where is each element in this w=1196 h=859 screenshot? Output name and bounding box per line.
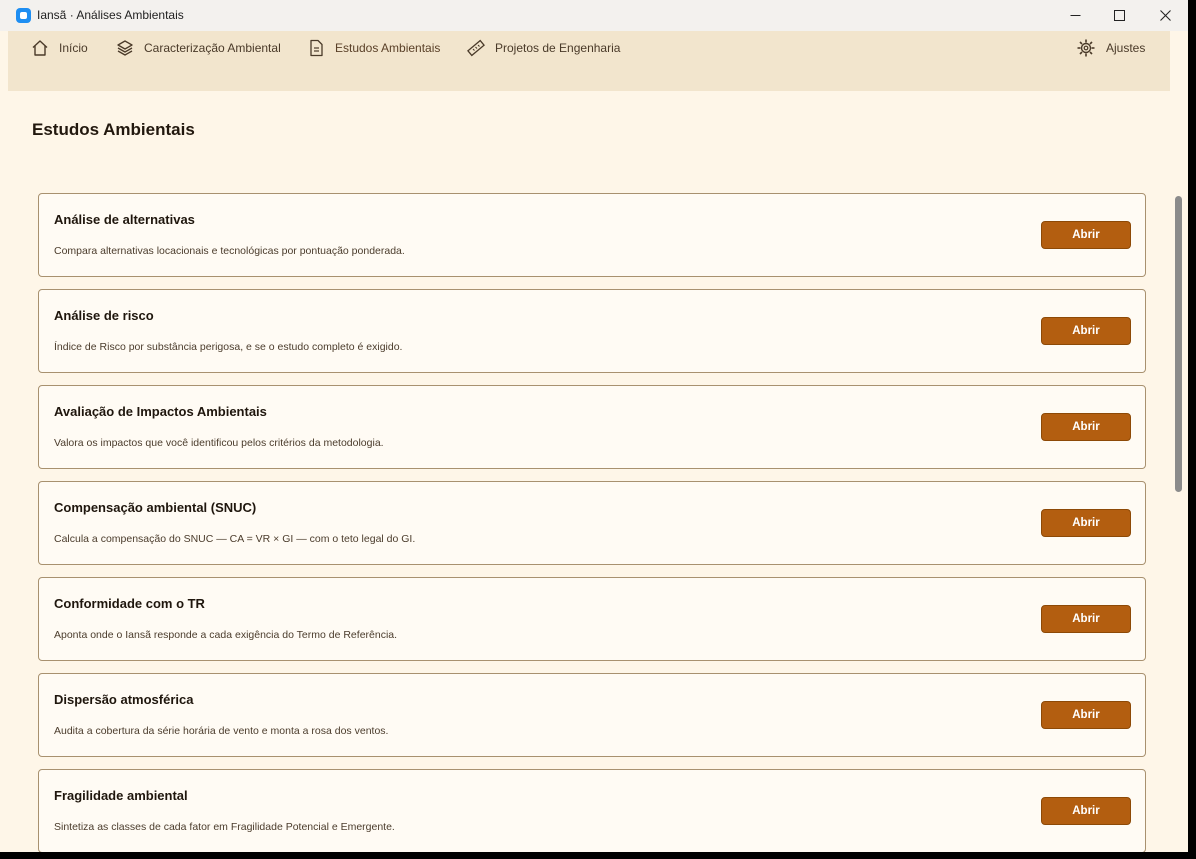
layers-icon	[117, 40, 133, 56]
maximize-icon	[1113, 10, 1125, 21]
study-description: Audita a cobertura da série horária de v…	[54, 725, 389, 737]
open-button[interactable]: Abrir	[1041, 797, 1131, 825]
minimize-button[interactable]	[1052, 0, 1098, 31]
study-title: Análise de alternativas	[54, 212, 195, 227]
app-window: Iansã · Análises Ambientais Início Carac…	[0, 0, 1196, 852]
study-card: Conformidade com o TR Aponta onde o Ians…	[38, 577, 1146, 661]
close-icon	[1159, 10, 1171, 21]
nav-item-label: Início	[59, 41, 88, 55]
study-description: Valora os impactos que você identificou …	[54, 437, 384, 449]
study-description: Compara alternativas locacionais e tecno…	[54, 245, 405, 257]
study-title: Dispersão atmosférica	[54, 692, 194, 707]
home-icon	[32, 40, 48, 56]
nav-item-label: Estudos Ambientais	[335, 41, 441, 55]
open-button[interactable]: Abrir	[1041, 317, 1131, 345]
close-button[interactable]	[1142, 0, 1188, 31]
scrollbar-thumb[interactable]	[1175, 196, 1182, 492]
study-title: Compensação ambiental (SNUC)	[54, 500, 257, 515]
document-icon	[310, 39, 323, 57]
study-title: Fragilidade ambiental	[54, 788, 188, 803]
gear-icon	[1077, 39, 1095, 57]
page-title: Estudos Ambientais	[32, 120, 195, 139]
title-bar: Iansã · Análises Ambientais	[0, 0, 1188, 31]
app-logo-icon	[16, 8, 31, 23]
open-button[interactable]: Abrir	[1041, 509, 1131, 537]
open-button[interactable]: Abrir	[1041, 413, 1131, 441]
nav-item-projetos[interactable]: Projetos de Engenharia	[467, 37, 620, 59]
study-card: Dispersão atmosférica Audita a cobertura…	[38, 673, 1146, 757]
settings-label: Ajustes	[1106, 41, 1146, 55]
study-description: Índice de Risco por substância perigosa,…	[54, 341, 403, 353]
ruler-icon	[467, 39, 485, 57]
study-title: Análise de risco	[54, 308, 154, 323]
study-title: Conformidade com o TR	[54, 596, 205, 611]
open-button[interactable]: Abrir	[1041, 701, 1131, 729]
study-card: Compensação ambiental (SNUC) Calcula a c…	[38, 481, 1146, 565]
maximize-button[interactable]	[1096, 0, 1142, 31]
study-title: Avaliação de Impactos Ambientais	[54, 404, 267, 419]
study-card: Análise de alternativas Compara alternat…	[38, 193, 1146, 277]
minimize-icon	[1070, 15, 1080, 16]
open-button[interactable]: Abrir	[1041, 221, 1131, 249]
study-description: Sintetiza as classes de cada fator em Fr…	[54, 821, 395, 833]
nav-item-estudos[interactable]: Estudos Ambientais	[307, 37, 440, 59]
study-description: Aponta onde o Iansã responde a cada exig…	[54, 629, 398, 641]
nav-item-inicio[interactable]: Início	[31, 37, 88, 59]
nav-item-label: Projetos de Engenharia	[495, 41, 621, 55]
settings-button[interactable]: Ajustes	[1076, 37, 1145, 59]
top-nav: Início Caracterização Ambiental Estudos …	[8, 31, 1170, 91]
open-button[interactable]: Abrir	[1041, 605, 1131, 633]
nav-item-label: Caracterização Ambiental	[144, 41, 281, 55]
study-card: Avaliação de Impactos Ambientais Valora …	[38, 385, 1146, 469]
study-card: Análise de risco Índice de Risco por sub…	[38, 289, 1146, 373]
study-card: Fragilidade ambiental Sintetiza as class…	[38, 769, 1146, 852]
window-title: Iansã · Análises Ambientais	[37, 8, 184, 22]
nav-item-caracterizacao[interactable]: Caracterização Ambiental	[116, 37, 281, 59]
study-description: Calcula a compensação do SNUC — CA = VR …	[54, 533, 416, 545]
